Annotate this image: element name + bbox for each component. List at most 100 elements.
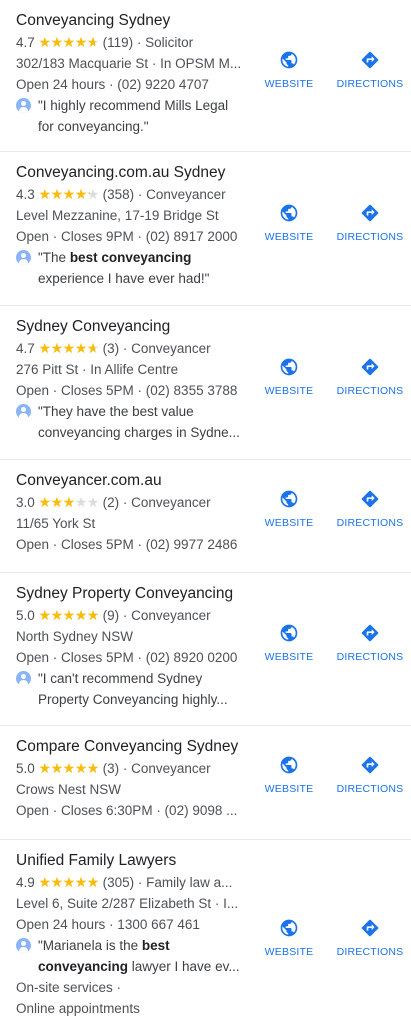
category: Conveyancer (146, 187, 226, 202)
star-rating: ★★★★★★★★★★ (38, 760, 100, 776)
local-results-list: Conveyancing Sydney 4.7 ★★★★★ ★★★★★ (119)… (0, 0, 411, 1024)
website-button[interactable]: WEBSITE (250, 623, 328, 663)
category: Conveyancer (131, 761, 211, 776)
star-rating: ★★★★★★★★★★ (38, 874, 100, 890)
listing-info: Sydney Conveyancing 4.7 ★★★★★ ★★★★★ (3) ·… (16, 316, 248, 443)
listing-card[interactable]: Conveyancer.com.au 3.0 ★★★★★★★★★★ (2) · … (0, 460, 411, 573)
directions-button[interactable]: DIRECTIONS (331, 489, 409, 529)
rating-value: 5.0 (16, 761, 35, 776)
listing-actions: WEBSITE DIRECTIONS (250, 489, 411, 529)
listing-card[interactable]: Sydney Property Conveyancing 5.0 ★★★★★ ★★… (0, 573, 411, 726)
review-count: (305) (102, 875, 135, 890)
listing-info: Conveyancing Sydney 4.7 ★★★★★ ★★★★★ (119)… (16, 10, 248, 137)
website-button[interactable]: WEBSITE (250, 755, 328, 795)
person-avatar-icon (16, 671, 31, 686)
category: Conveyancer (131, 608, 211, 623)
star-rating: ★★★★★★★★★★ (38, 607, 100, 623)
listing-info: Sydney Property Conveyancing 5.0 ★★★★★ ★★… (16, 583, 248, 710)
review-snippet: "I can't recommend Sydney Property Conve… (16, 668, 248, 710)
listing-name[interactable]: Compare Conveyancing Sydney (16, 736, 248, 758)
rating-value: 4.3 (16, 187, 35, 202)
review-snippet: "The best conveyancing experience I have… (16, 247, 248, 289)
review-line: "Marianela is the best (38, 938, 170, 953)
directions-label: DIRECTIONS (336, 783, 404, 795)
rating-row: 4.3 ★★★★★★★★★★ (358) · Conveyancer (16, 184, 248, 205)
address: 11/65 York St (16, 516, 96, 531)
listing-name[interactable]: Conveyancing Sydney (16, 10, 248, 32)
rating-row: 4.7 ★★★★★ ★★★★★ (119) · Solicitor (16, 32, 248, 53)
globe-icon (280, 624, 298, 642)
review-snippet: "I highly recommend Mills Legal for conv… (16, 95, 248, 137)
star-rating: ★★★★★★★★★★ (38, 34, 100, 50)
listing-actions: WEBSITE DIRECTIONS (250, 623, 411, 663)
globe-icon (280, 51, 298, 69)
website-label: WEBSITE (264, 783, 314, 795)
hours-phone: Open 24 hours · (02) 9220 4707 (16, 77, 209, 92)
directions-button[interactable]: DIRECTIONS (331, 203, 409, 243)
listing-actions: WEBSITE DIRECTIONS (250, 918, 411, 958)
listing-name[interactable]: Sydney Property Conveyancing (16, 583, 248, 605)
rating-row: 4.9 ★★★★★ ★★★★★ (305) · Family law a... (16, 872, 248, 893)
directions-button[interactable]: DIRECTIONS (331, 50, 409, 90)
review-count: (358) (102, 187, 135, 202)
rating-row: 5.0 ★★★★★ ★★★★★ (3) · Conveyancer (16, 758, 248, 779)
rating-value: 4.7 (16, 35, 35, 50)
star-rating: ★★★★★★★★★★ (38, 340, 100, 356)
listing-card[interactable]: Conveyancing.com.au Sydney 4.3 ★★★★★ ★★★★… (0, 152, 411, 306)
rating-value: 5.0 (16, 608, 35, 623)
listing-info: Unified Family Lawyers 4.9 ★★★★★ ★★★★★ (3… (16, 850, 248, 1019)
rating-row: 5.0 ★★★★★ ★★★★★ (9) · Conveyancer (16, 605, 248, 626)
listing-name[interactable]: Conveyancer.com.au (16, 470, 248, 492)
listing-name[interactable]: Conveyancing.com.au Sydney (16, 162, 248, 184)
service-options: On-site services · (16, 980, 122, 995)
category: Family law a... (146, 875, 233, 890)
directions-button[interactable]: DIRECTIONS (331, 623, 409, 663)
directions-diamond-icon (361, 51, 379, 69)
listing-info: Conveyancing.com.au Sydney 4.3 ★★★★★ ★★★★… (16, 162, 248, 289)
directions-label: DIRECTIONS (336, 946, 404, 958)
person-avatar-icon (16, 250, 31, 265)
website-label: WEBSITE (264, 78, 314, 90)
listing-name[interactable]: Sydney Conveyancing (16, 316, 248, 338)
category: Conveyancer (131, 341, 211, 356)
review-line: experience I have ever had!" (38, 271, 210, 286)
listing-info: Compare Conveyancing Sydney 5.0 ★★★★★ ★★★… (16, 736, 248, 821)
service-options: Online appointments (16, 1001, 140, 1016)
website-label: WEBSITE (264, 385, 314, 397)
star-rating: ★★★★★★★★★★ (38, 186, 100, 202)
directions-diamond-icon (361, 919, 379, 937)
directions-label: DIRECTIONS (336, 385, 404, 397)
listing-actions: WEBSITE DIRECTIONS (250, 50, 411, 90)
website-button[interactable]: WEBSITE (250, 918, 328, 958)
website-button[interactable]: WEBSITE (250, 357, 328, 397)
review-line: conveyancing lawyer I have ev... (38, 959, 240, 974)
website-button[interactable]: WEBSITE (250, 203, 328, 243)
website-label: WEBSITE (264, 946, 314, 958)
address: North Sydney NSW (16, 629, 134, 644)
directions-diamond-icon (361, 756, 379, 774)
person-avatar-icon (16, 404, 31, 419)
directions-button[interactable]: DIRECTIONS (331, 755, 409, 795)
listing-card[interactable]: Compare Conveyancing Sydney 5.0 ★★★★★ ★★★… (0, 726, 411, 840)
directions-button[interactable]: DIRECTIONS (331, 918, 409, 958)
review-count: (9) (102, 608, 120, 623)
directions-diamond-icon (361, 204, 379, 222)
directions-button[interactable]: DIRECTIONS (331, 357, 409, 397)
globe-icon (280, 919, 298, 937)
directions-label: DIRECTIONS (336, 231, 404, 243)
review-line: Property Conveyancing highly... (38, 692, 228, 707)
listing-name[interactable]: Unified Family Lawyers (16, 850, 248, 872)
listing-card[interactable]: Sydney Conveyancing 4.7 ★★★★★ ★★★★★ (3) ·… (0, 306, 411, 460)
listing-card[interactable]: Unified Family Lawyers 4.9 ★★★★★ ★★★★★ (3… (0, 840, 411, 1024)
rating-row: 3.0 ★★★★★★★★★★ (2) · Conveyancer (16, 492, 248, 513)
review-line: "They have the best value (38, 404, 194, 419)
hours-phone: Open · Closes 6:30PM · (02) 9098 ... (16, 803, 238, 818)
listing-card[interactable]: Conveyancing Sydney 4.7 ★★★★★ ★★★★★ (119)… (0, 0, 411, 152)
address: Level 6, Suite 2/287 Elizabeth St · I... (16, 896, 239, 911)
website-button[interactable]: WEBSITE (250, 50, 328, 90)
directions-label: DIRECTIONS (336, 651, 404, 663)
rating-row: 4.7 ★★★★★ ★★★★★ (3) · Conveyancer (16, 338, 248, 359)
website-button[interactable]: WEBSITE (250, 489, 328, 529)
directions-label: DIRECTIONS (336, 78, 404, 90)
directions-diamond-icon (361, 624, 379, 642)
